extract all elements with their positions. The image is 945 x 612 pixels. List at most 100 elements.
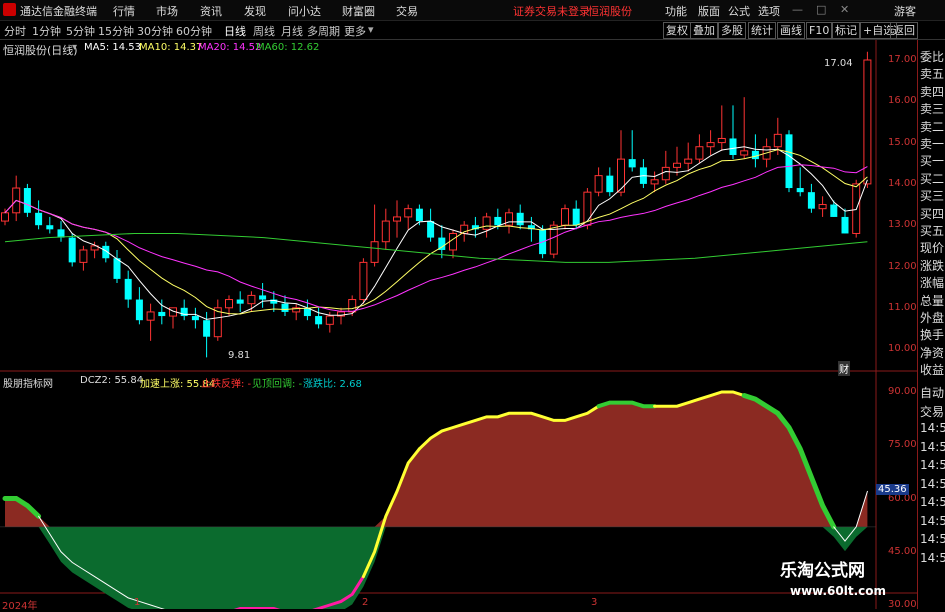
candle-body[interactable] bbox=[494, 216, 502, 226]
candle-body[interactable] bbox=[684, 158, 693, 164]
period-30min[interactable]: 30分钟 bbox=[137, 23, 173, 39]
kline-chart[interactable] bbox=[0, 40, 917, 609]
restore-icon[interactable]: □ bbox=[816, 3, 826, 16]
period-1min[interactable]: 1分钟 bbox=[32, 23, 61, 39]
trade-status-warning[interactable]: 证券交易未登录 bbox=[513, 3, 590, 19]
candle-body[interactable] bbox=[617, 158, 625, 193]
candle-body[interactable] bbox=[68, 237, 76, 263]
candle-body[interactable] bbox=[191, 316, 199, 321]
menu-market[interactable]: 市场 bbox=[156, 3, 178, 19]
candle-body[interactable] bbox=[740, 150, 749, 156]
candle-body[interactable] bbox=[415, 208, 423, 222]
guest-label[interactable]: 游客 bbox=[894, 3, 916, 19]
candle-body[interactable] bbox=[650, 179, 659, 185]
candle-body[interactable] bbox=[315, 316, 323, 325]
menu-trade[interactable]: 交易 bbox=[396, 3, 418, 19]
close-icon[interactable]: ✕ bbox=[840, 3, 849, 16]
quote-row-label[interactable]: 涨幅 bbox=[920, 274, 945, 291]
menu-quotes[interactable]: 行情 bbox=[113, 3, 135, 19]
candle-body[interactable] bbox=[381, 220, 390, 243]
candle-body[interactable] bbox=[661, 166, 670, 181]
quote-row-label[interactable]: 净资 bbox=[920, 344, 945, 361]
menu-options[interactable]: 选项 bbox=[758, 3, 780, 19]
multi-stock-button[interactable]: 多股 bbox=[718, 22, 746, 39]
candle-body[interactable] bbox=[46, 225, 54, 230]
period-timeshare[interactable]: 分时 bbox=[4, 23, 26, 39]
candle-body[interactable] bbox=[325, 315, 334, 325]
quote-row-label[interactable]: 涨跌 bbox=[920, 257, 945, 274]
candle-body[interactable] bbox=[236, 299, 244, 304]
quote-row-label[interactable]: 外盘 bbox=[920, 309, 945, 326]
candle-body[interactable] bbox=[729, 138, 737, 155]
candle-body[interactable] bbox=[695, 146, 704, 160]
candle-body[interactable] bbox=[818, 204, 827, 210]
period-weekly[interactable]: 周线 bbox=[253, 23, 275, 39]
candle-body[interactable] bbox=[1, 212, 9, 222]
mark-button[interactable]: 标记 bbox=[832, 22, 860, 39]
quote-row-label[interactable]: 现价 bbox=[920, 239, 945, 256]
candle-body[interactable] bbox=[35, 212, 43, 226]
quote-row-label[interactable]: 卖五 bbox=[920, 65, 945, 82]
candle-body[interactable] bbox=[628, 159, 636, 168]
draw-line-button[interactable]: 画线 bbox=[777, 22, 805, 39]
back-button[interactable]: 返回 bbox=[890, 22, 918, 39]
quote-row-label[interactable]: 买五 bbox=[920, 222, 945, 239]
candle-body[interactable] bbox=[404, 208, 413, 218]
menu-layout[interactable]: 版面 bbox=[698, 3, 720, 19]
quote-row-label[interactable]: 换手 bbox=[920, 326, 945, 343]
quote-row-label[interactable]: 卖四 bbox=[920, 83, 945, 100]
f10-button[interactable]: F10 bbox=[806, 22, 833, 39]
period-daily[interactable]: 日线 bbox=[224, 23, 246, 39]
menu-news[interactable]: 资讯 bbox=[200, 3, 222, 19]
candle-body[interactable] bbox=[807, 192, 815, 209]
candle-body[interactable] bbox=[785, 134, 793, 189]
candle-body[interactable] bbox=[370, 241, 379, 263]
candle-body[interactable] bbox=[594, 175, 603, 193]
candle-body[interactable] bbox=[572, 208, 580, 226]
candle-body[interactable] bbox=[427, 221, 435, 238]
minimize-icon[interactable]: — bbox=[792, 3, 803, 16]
period-15min[interactable]: 15分钟 bbox=[98, 23, 134, 39]
candle-body[interactable] bbox=[259, 295, 267, 300]
candle-body[interactable] bbox=[830, 204, 838, 217]
candle-body[interactable] bbox=[717, 137, 726, 144]
candle-body[interactable] bbox=[79, 249, 88, 263]
adjust-button[interactable]: 复权 bbox=[663, 22, 691, 39]
candle-body[interactable] bbox=[505, 212, 513, 226]
quote-row-label[interactable]: 收益 bbox=[920, 361, 945, 378]
menu-formula[interactable]: 公式 bbox=[728, 3, 750, 19]
candle-body[interactable] bbox=[561, 208, 569, 226]
candle-body[interactable] bbox=[281, 303, 289, 312]
candle-body[interactable] bbox=[516, 212, 524, 226]
candle-body[interactable] bbox=[359, 261, 368, 301]
candle-body[interactable] bbox=[247, 294, 256, 305]
stats-button[interactable]: 统计 bbox=[748, 22, 776, 39]
candle-body[interactable] bbox=[203, 320, 211, 337]
candle-body[interactable] bbox=[449, 232, 457, 251]
candle-body[interactable] bbox=[113, 258, 121, 279]
quote-row-label[interactable]: 卖三 bbox=[920, 100, 945, 117]
quote-row-label[interactable]: 买四 bbox=[920, 205, 945, 222]
candle-body[interactable] bbox=[796, 188, 804, 193]
candle-body[interactable] bbox=[146, 311, 155, 321]
candle-body[interactable] bbox=[57, 229, 65, 238]
candle-body[interactable] bbox=[863, 59, 872, 185]
quote-row-label[interactable]: 卖一 bbox=[920, 135, 945, 152]
period-5min[interactable]: 5分钟 bbox=[66, 23, 95, 39]
candle-body[interactable] bbox=[348, 299, 357, 313]
period-multi[interactable]: 多周期 bbox=[307, 23, 340, 39]
menu-wealth[interactable]: 财富圈 bbox=[342, 3, 375, 19]
period-more[interactable]: 更多 bbox=[344, 23, 366, 39]
quote-row-label[interactable]: 委比 bbox=[920, 48, 945, 65]
period-monthly[interactable]: 月线 bbox=[281, 23, 303, 39]
period-60min[interactable]: 60分钟 bbox=[176, 23, 212, 39]
candle-body[interactable] bbox=[23, 188, 31, 213]
menu-discover[interactable]: 发现 bbox=[244, 3, 266, 19]
finance-tag[interactable]: 财 bbox=[838, 361, 850, 376]
candle-body[interactable] bbox=[124, 278, 132, 300]
candle-body[interactable] bbox=[673, 162, 681, 168]
quote-row-label[interactable]: 总量 bbox=[920, 292, 945, 309]
candle-body[interactable] bbox=[135, 299, 143, 321]
menu-ask[interactable]: 问小达 bbox=[288, 3, 321, 19]
candle-body[interactable] bbox=[482, 216, 491, 230]
